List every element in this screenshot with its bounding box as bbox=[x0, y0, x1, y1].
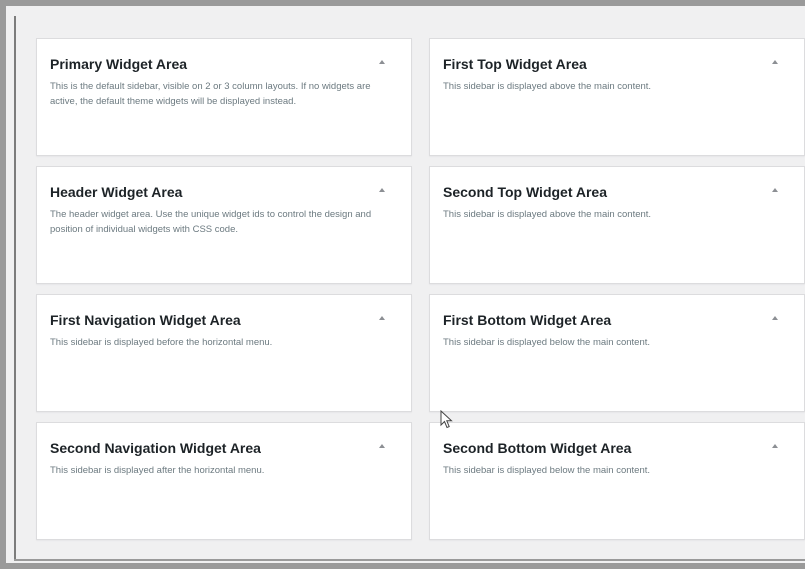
widget-area-first-navigation[interactable]: First Navigation Widget Area This sideba… bbox=[36, 294, 412, 412]
screen-frame: Primary Widget Area This is the default … bbox=[0, 0, 805, 569]
widget-area-primary[interactable]: Primary Widget Area This is the default … bbox=[36, 38, 412, 156]
widget-area-second-navigation[interactable]: Second Navigation Widget Area This sideb… bbox=[36, 422, 412, 540]
widget-area-header[interactable]: Header Widget Area The header widget are… bbox=[36, 166, 412, 284]
widget-area-description: This sidebar is displayed before the hor… bbox=[50, 337, 273, 348]
frame-divider bbox=[14, 16, 16, 559]
widget-area-description: This is the default sidebar, visible on … bbox=[50, 81, 371, 107]
widget-area-title[interactable]: Primary Widget Area bbox=[50, 55, 397, 73]
widget-area-title[interactable]: First Top Widget Area bbox=[443, 55, 790, 73]
collapse-arrow-icon[interactable] bbox=[768, 440, 782, 452]
collapse-arrow-icon[interactable] bbox=[768, 312, 782, 324]
widget-area-title[interactable]: First Navigation Widget Area bbox=[50, 311, 397, 329]
widget-area-title[interactable]: Second Navigation Widget Area bbox=[50, 439, 397, 457]
mouse-cursor-icon bbox=[440, 410, 453, 429]
widget-area-title[interactable]: Second Top Widget Area bbox=[443, 183, 790, 201]
collapse-arrow-icon[interactable] bbox=[768, 184, 782, 196]
widget-area-first-top[interactable]: First Top Widget Area This sidebar is di… bbox=[429, 38, 805, 156]
collapse-arrow-icon[interactable] bbox=[375, 56, 389, 68]
collapse-arrow-icon[interactable] bbox=[375, 312, 389, 324]
frame-bottom-divider bbox=[14, 559, 805, 561]
widget-area-description: This sidebar is displayed below the main… bbox=[443, 337, 651, 348]
widget-area-second-top[interactable]: Second Top Widget Area This sidebar is d… bbox=[429, 166, 805, 284]
widget-area-second-bottom[interactable]: Second Bottom Widget Area This sidebar i… bbox=[429, 422, 805, 540]
widget-area-description: The header widget area. Use the unique w… bbox=[50, 209, 372, 235]
collapse-arrow-icon[interactable] bbox=[768, 56, 782, 68]
widget-area-title[interactable]: First Bottom Widget Area bbox=[443, 311, 790, 329]
widget-area-first-bottom[interactable]: First Bottom Widget Area This sidebar is… bbox=[429, 294, 805, 412]
collapse-arrow-icon[interactable] bbox=[375, 440, 389, 452]
widget-area-description: This sidebar is displayed below the main… bbox=[443, 465, 651, 476]
widget-area-description: This sidebar is displayed above the main… bbox=[443, 81, 652, 92]
collapse-arrow-icon[interactable] bbox=[375, 184, 389, 196]
widget-area-description: This sidebar is displayed above the main… bbox=[443, 209, 652, 220]
widget-area-title[interactable]: Header Widget Area bbox=[50, 183, 397, 201]
widget-area-title[interactable]: Second Bottom Widget Area bbox=[443, 439, 790, 457]
widget-areas-grid: Primary Widget Area This is the default … bbox=[36, 38, 805, 540]
widget-area-description: This sidebar is displayed after the hori… bbox=[50, 465, 265, 476]
